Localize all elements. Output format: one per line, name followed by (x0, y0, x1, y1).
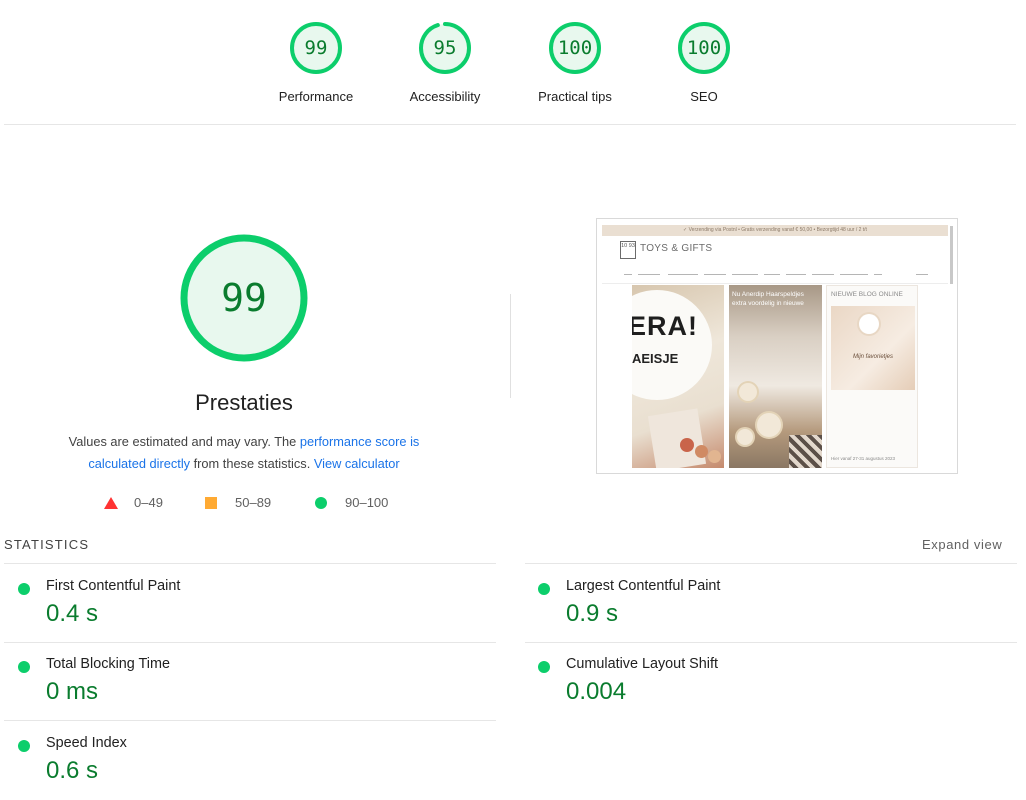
triangle-icon (104, 497, 118, 509)
tile-image: Mijn favorietjes (831, 306, 915, 390)
expand-view-button[interactable]: Expand view (922, 537, 1002, 552)
gauge-label: SEO (690, 89, 718, 104)
legend-range: 90–100 (345, 495, 389, 510)
metric-speed-index: Speed Index 0.6 s (18, 733, 488, 799)
gauge-label: Accessibility (409, 89, 481, 104)
tile-caption: Nu Anerdip Haarspeldjes extra voordelig … (732, 291, 804, 307)
main-gauge-title: Prestaties (195, 390, 293, 415)
gauge-score: 100 (686, 37, 722, 59)
score-description: Values are estimated and may vary. The p… (40, 431, 448, 475)
thumbnail-tile: Nu Anerdip Haarspeldjes extra voordelig … (729, 285, 822, 468)
metric-value: 0 ms (46, 678, 99, 705)
tile-caption: NIEUWE BLOG ONLINE (831, 291, 903, 298)
legend-range: 0–49 (134, 495, 163, 510)
gauge-performance[interactable]: 99 Performance (256, 20, 376, 104)
thumbnail-logo: 10 93 (620, 241, 636, 259)
thumbnail-tile: NIEUWE BLOG ONLINE Mijn favorietjes Hier… (826, 285, 918, 468)
thumbnail-banner: ✓ Verzending via Postnl • Gratis verzend… (602, 225, 948, 236)
metric-name: Total Blocking Time (46, 656, 170, 672)
score-legend: 0–49 50–89 90–100 (100, 494, 400, 512)
metric-value: 0.9 s (566, 600, 619, 627)
gauge-seo[interactable]: 100 SEO (644, 20, 764, 104)
metric-name: Cumulative Layout Shift (566, 656, 718, 672)
tile-heading: ERA! (632, 311, 698, 341)
thumbnail-scrollbar (950, 226, 953, 284)
view-calculator-link[interactable]: View calculator (314, 456, 400, 471)
thumbnail-brand: TOYS & GIFTS (640, 243, 713, 254)
tile-subheading: AEISJE (632, 351, 679, 366)
description-text: from these statistics. (190, 456, 314, 471)
thumbnail-tile: ERA! AEISJE (632, 285, 724, 468)
metric-cumulative-layout-shift: Cumulative Layout Shift 0.004 (538, 654, 1008, 720)
metric-value: 0.4 s (46, 600, 99, 627)
gauge-accessibility[interactable]: 95 Accessibility (385, 20, 505, 104)
metric-value: 0.6 s (46, 757, 99, 784)
thumbnail-menu (624, 272, 934, 278)
metric-value: 0.004 (566, 678, 627, 705)
gauge-label: Practical tips (538, 89, 612, 104)
gauge-score: 95 (433, 37, 457, 59)
pass-circle-icon (18, 740, 30, 752)
metric-name: Speed Index (46, 735, 127, 751)
gauge-ring: 100 (676, 20, 732, 76)
thumbnail-navbar: 10 93 TOYS & GIFTS (602, 236, 948, 284)
metric-largest-contentful-paint: Largest Contentful Paint 0.9 s (538, 576, 1008, 642)
category-gauges: 99 Performance 95 Accessibility 100 Prac… (0, 0, 1026, 124)
tile-image-text: Mijn favorietjes (853, 354, 894, 360)
stats-divider (4, 642, 496, 643)
gauge-practical-tips[interactable]: 100 Practical tips (515, 20, 635, 104)
circle-icon (315, 497, 327, 509)
legend-range: 50–89 (235, 495, 272, 510)
square-icon (205, 497, 217, 509)
pass-circle-icon (18, 583, 30, 595)
metric-first-contentful-paint: First Contentful Paint 0.4 s (18, 576, 488, 642)
pass-circle-icon (18, 661, 30, 673)
tile-date: Hier vanaf 27-31 augustus 2023 (831, 456, 896, 461)
gauge-ring: 100 (547, 20, 603, 76)
gauge-score: 100 (557, 37, 593, 59)
metric-name: Largest Contentful Paint (566, 578, 721, 594)
metric-name: First Contentful Paint (46, 578, 181, 594)
stats-divider (525, 642, 1017, 643)
metric-total-blocking-time: Total Blocking Time 0 ms (18, 654, 488, 720)
gauge-ring: 95 (417, 20, 473, 76)
statistics-heading: STATISTICS (4, 537, 90, 552)
gauge-ring: 99 (288, 20, 344, 76)
main-performance-gauge: 99 (178, 232, 310, 364)
stats-divider (4, 563, 496, 564)
main-gauge-score: 99 (221, 276, 267, 320)
stats-divider (525, 563, 1017, 564)
vertical-divider (510, 294, 511, 398)
pass-circle-icon (538, 661, 550, 673)
gauge-label: Performance (278, 89, 354, 104)
stats-divider (4, 720, 496, 721)
header-divider (4, 124, 1016, 125)
description-text: Values are estimated and may vary. The (68, 434, 300, 449)
pass-circle-icon (538, 583, 550, 595)
gauge-score: 99 (304, 37, 328, 59)
page-screenshot-thumbnail[interactable]: ✓ Verzending via Postnl • Gratis verzend… (596, 218, 958, 474)
